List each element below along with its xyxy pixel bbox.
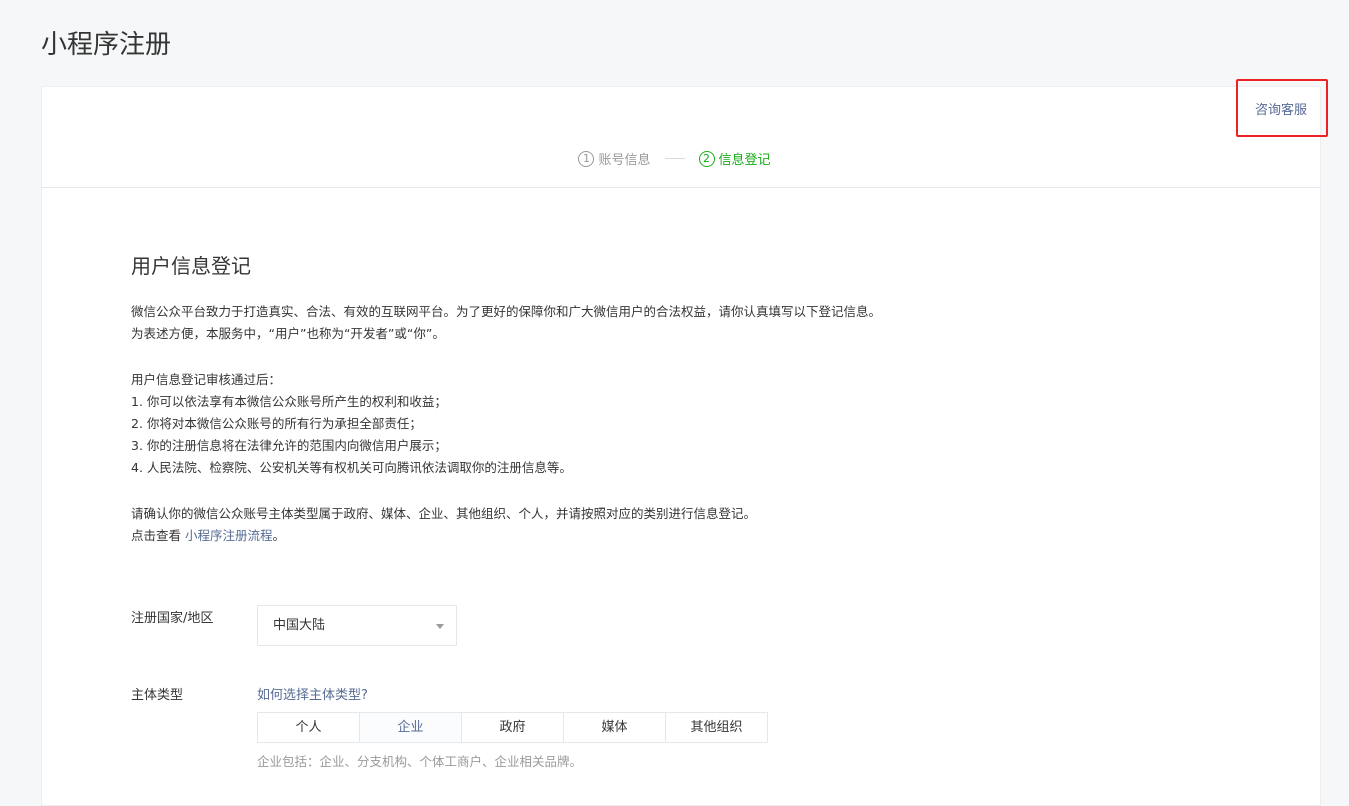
subject-type-individual[interactable]: 个人 [258,713,360,742]
after-approval-title: 用户信息登记审核通过后： [131,372,282,387]
step-number: 2 [698,150,715,167]
view-suffix: 。 [272,528,286,543]
header-divider [41,187,1321,188]
step-info-registration: 2 信息登记 [698,149,771,168]
view-process-line: 点击查看 小程序注册流程。 [131,525,1131,547]
list-item: 1. 你可以依法享有本微信公众账号所产生的权利和收益； [131,394,447,409]
intro-text: 为表述方便，本服务中，“用户”也称为“开发者”或“你”。 [131,326,445,341]
step-indicator: 1 账号信息 2 信息登记 [0,149,1349,168]
subject-type-help-link[interactable]: 如何选择主体类型? [257,684,368,703]
list-item: 3. 你的注册信息将在法律允许的范围内向微信用户展示； [131,438,447,453]
section-title: 用户信息登记 [131,254,251,278]
view-prefix: 点击查看 [131,528,185,543]
subject-type-note: 企业包括：企业、分支机构、个体工商户、企业相关品牌。 [257,754,583,769]
subject-type-tabs: 个人 企业 政府 媒体 其他组织 [257,712,768,743]
subject-type-enterprise[interactable]: 企业 [360,713,462,742]
customer-service-link[interactable]: 咨询客服 [1255,99,1307,118]
country-label: 注册国家/地区 [131,611,214,626]
country-select[interactable]: 中国大陆 [257,605,457,646]
list-item: 4. 人民法院、检察院、公安机关等有权机关可向腾讯依法调取你的注册信息等。 [131,460,572,475]
step-account-info: 1 账号信息 [578,149,651,168]
subject-type-label: 主体类型 [131,688,184,703]
subject-type-other-org[interactable]: 其他组织 [666,713,767,742]
subject-type-media[interactable]: 媒体 [564,713,666,742]
country-value: 中国大陆 [273,618,326,633]
step-label: 账号信息 [598,153,651,168]
intro-text: 微信公众平台致力于打造真实、合法、有效的互联网平台。为了更好的保障你和广大微信用… [131,304,882,319]
step-label: 信息登记 [718,153,771,168]
step-number: 1 [578,150,595,167]
page-title: 小程序注册 [41,30,172,60]
subject-type-government[interactable]: 政府 [462,713,564,742]
list-item: 2. 你将对本微信公众账号的所有行为承担全部责任； [131,416,422,431]
chevron-down-icon [436,624,444,629]
step-connector [664,158,685,159]
confirm-text: 请确认你的微信公众账号主体类型属于政府、媒体、企业、其他组织、个人，并请按照对应… [131,506,757,521]
registration-content: 用户信息登记 微信公众平台致力于打造真实、合法、有效的互联网平台。为了更好的保障… [131,250,1131,547]
registration-process-link[interactable]: 小程序注册流程 [185,528,273,543]
